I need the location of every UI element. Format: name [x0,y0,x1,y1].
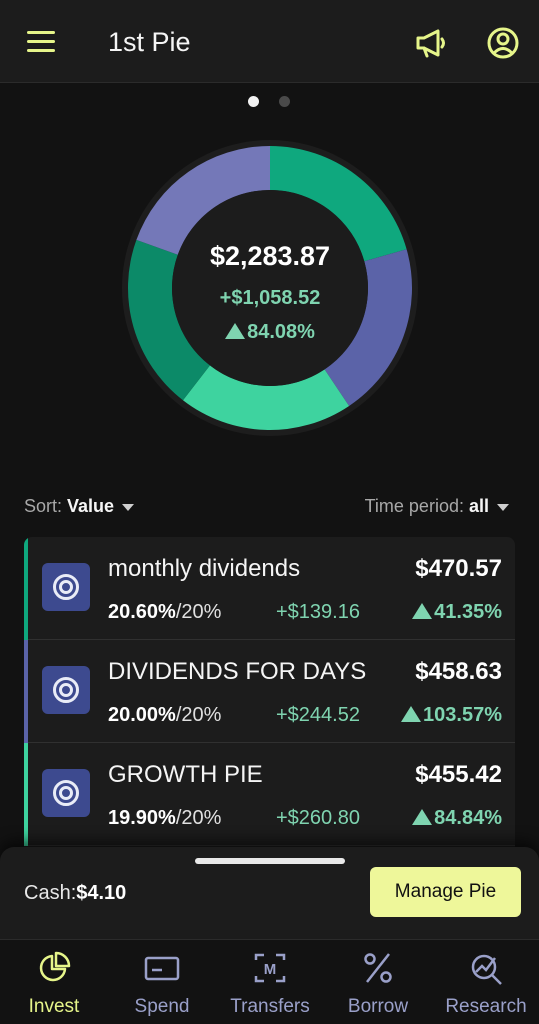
up-triangle-icon [401,706,422,722]
bottom-sheet: Cash:$4.10 Manage Pie [0,847,539,939]
holding-name: GROWTH PIE [108,761,263,788]
list-item[interactable]: monthly dividends $470.57 20.60%/20% +$1… [24,537,515,640]
pie-gain: +$1,058.52 [219,287,321,309]
cash-balance: Cash:$4.10 [24,882,127,904]
slice-color-bar [24,640,28,743]
time-period-dropdown[interactable]: Time period: all [365,496,509,517]
list-item[interactable]: GROWTH PIE $455.42 19.90%/20% +$260.80 8… [24,743,515,846]
holding-gain: +$260.80 [276,807,360,829]
carousel-dots [0,96,539,108]
manage-pie-button[interactable]: Manage Pie [370,867,521,917]
holding-name: monthly dividends [108,555,301,582]
nav-borrow[interactable]: Borrow [324,940,432,1024]
pie-slice-icon [42,563,90,611]
page-title: 1st Pie [108,27,191,57]
holding-gain: +$139.16 [276,601,360,623]
holding-allocation: 20.00%/20% [108,704,222,726]
top-app-bar: 1st Pie [0,0,539,83]
svg-text:M: M [264,961,277,978]
pie-slice-icon [42,769,90,817]
up-triangle-icon [225,323,246,339]
holding-gain: +$244.52 [276,704,360,726]
nav-label: Research [445,996,527,1017]
nav-spend[interactable]: Spend [108,940,216,1024]
card-icon [144,956,180,981]
percent-icon [364,953,392,983]
nav-label: Spend [134,996,190,1017]
carousel-dot[interactable] [279,96,290,107]
slice-color-bar [24,743,28,846]
sort-dropdown[interactable]: Sort: Value [24,496,135,517]
holdings-list: monthly dividends $470.57 20.60%/20% +$1… [24,537,515,857]
slice-color-bar [24,537,28,640]
nav-transfers[interactable]: M Transfers [216,940,324,1024]
up-triangle-icon [412,809,433,825]
chevron-down-icon [122,503,135,511]
donut-center: $2,283.87 +$1,058.52 84.08% [108,126,432,450]
holding-value: $458.63 [415,658,502,685]
nav-label: Borrow [347,996,409,1017]
pie-donut-chart[interactable]: $2,283.87 +$1,058.52 84.08% [108,126,432,450]
sort-bar: Sort: Value Time period: all [0,496,539,518]
pie-total-value: $2,283.87 [209,241,331,271]
nav-label: Invest [28,996,80,1017]
transfer-icon: M [254,953,286,983]
bottom-nav: Invest Spend M Transfers Borrow Research [0,939,539,1024]
nav-research[interactable]: Research [432,940,539,1024]
sheet-drag-handle[interactable] [195,858,345,864]
menu-icon[interactable] [27,31,57,53]
pie-gain-percent: 84.08% [108,321,432,344]
holding-gain-percent: 41.35% [412,601,502,624]
nav-invest[interactable]: Invest [0,940,108,1024]
holding-allocation: 20.60%/20% [108,601,222,623]
up-triangle-icon [412,603,433,619]
chevron-down-icon [497,503,509,511]
holding-value: $470.57 [415,555,502,582]
holding-value: $455.42 [415,761,502,788]
nav-label: Transfers [230,996,310,1017]
profile-icon[interactable] [486,26,520,60]
holding-gain-percent: 84.84% [412,807,502,830]
carousel-dot-active[interactable] [248,96,259,107]
holding-allocation: 19.90%/20% [108,807,222,829]
list-item[interactable]: DIVIDENDS FOR DAYS $458.63 20.00%/20% +$… [24,640,515,743]
holding-name: DIVIDENDS FOR DAYS [108,658,367,685]
pie-slice-icon [42,666,90,714]
megaphone-icon[interactable] [414,26,448,60]
holding-gain-percent: 103.57% [401,704,502,727]
research-icon [471,954,502,985]
pie-chart-icon [39,951,71,982]
